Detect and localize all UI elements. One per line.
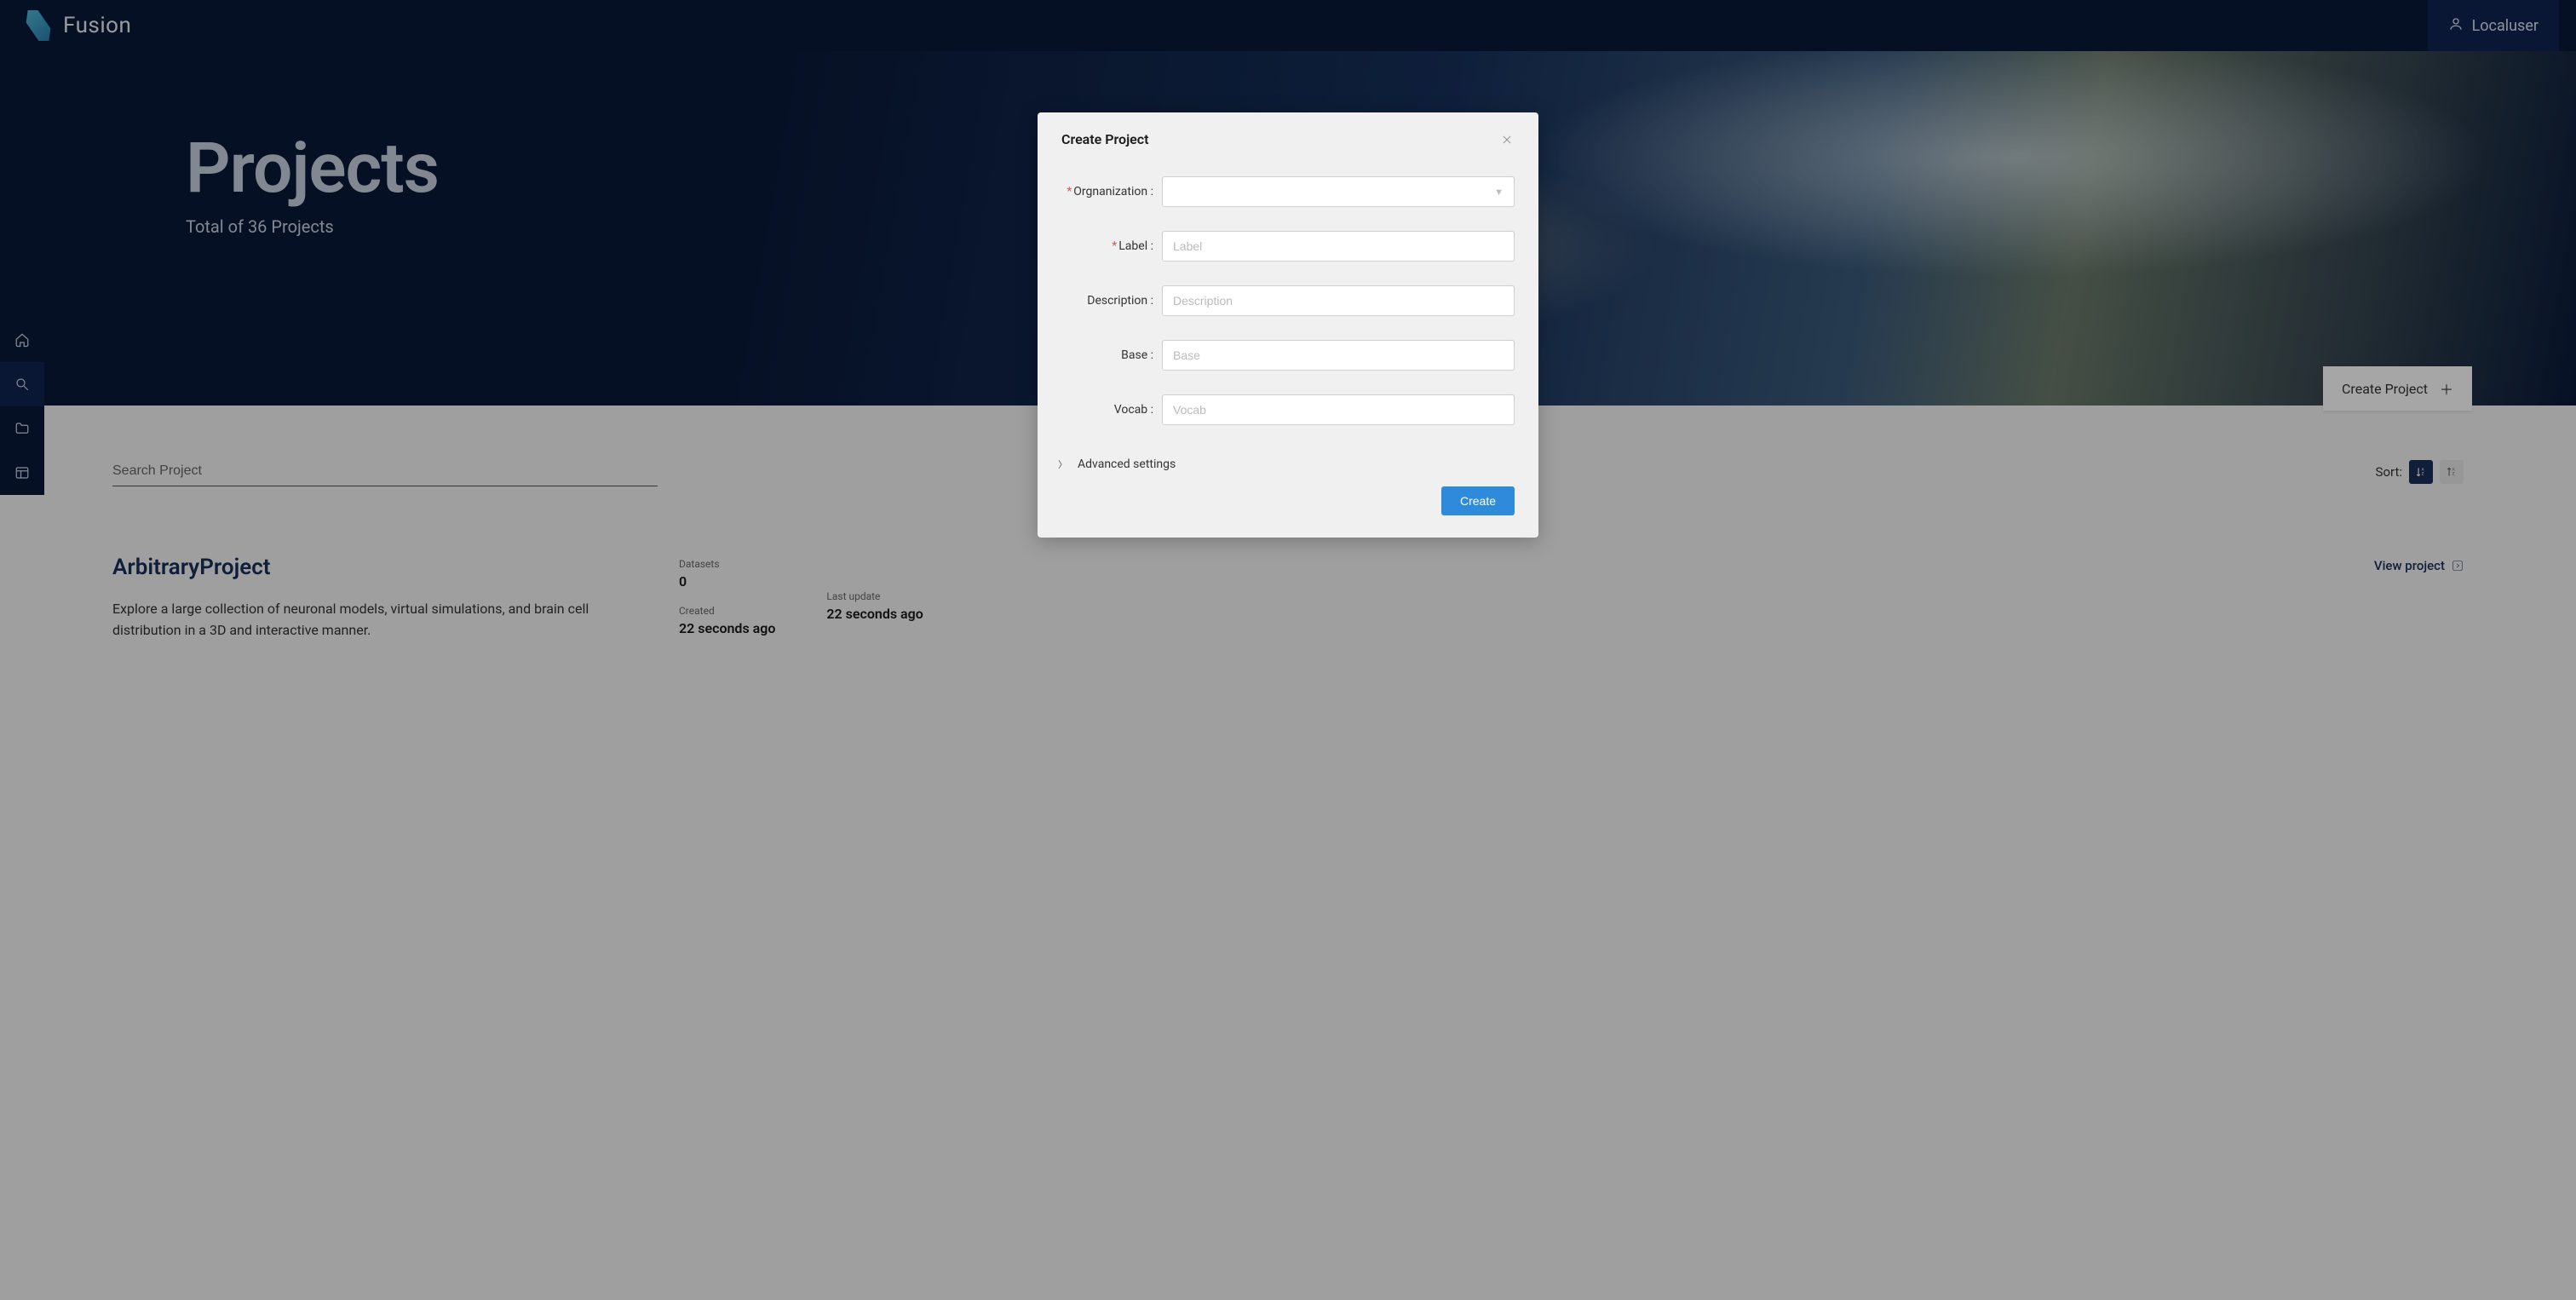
advanced-settings-label: Advanced settings bbox=[1078, 457, 1176, 471]
description-label: Description : bbox=[1061, 294, 1162, 308]
chevron-right-icon: 〉 bbox=[1058, 457, 1067, 471]
advanced-settings-toggle[interactable]: 〉 Advanced settings bbox=[1038, 457, 1538, 486]
base-input[interactable] bbox=[1162, 340, 1515, 371]
organization-label: *Orgnanization : bbox=[1061, 185, 1162, 198]
vocab-input[interactable] bbox=[1162, 394, 1515, 425]
base-label: Base : bbox=[1061, 348, 1162, 362]
modal-close-button[interactable] bbox=[1499, 132, 1515, 147]
create-project-modal: Create Project *Orgnanization : ▼ *Label… bbox=[1038, 112, 1538, 538]
organization-select[interactable]: ▼ bbox=[1162, 176, 1515, 207]
chevron-down-icon: ▼ bbox=[1494, 187, 1504, 198]
close-icon bbox=[1501, 134, 1513, 146]
modal-title: Create Project bbox=[1061, 131, 1149, 147]
modal-layer: Create Project *Orgnanization : ▼ *Label… bbox=[0, 0, 2576, 1300]
label-label: *Label : bbox=[1061, 239, 1162, 253]
description-input[interactable] bbox=[1162, 285, 1515, 316]
label-input[interactable] bbox=[1162, 231, 1515, 262]
create-button[interactable]: Create bbox=[1441, 486, 1515, 515]
vocab-label: Vocab : bbox=[1061, 403, 1162, 417]
